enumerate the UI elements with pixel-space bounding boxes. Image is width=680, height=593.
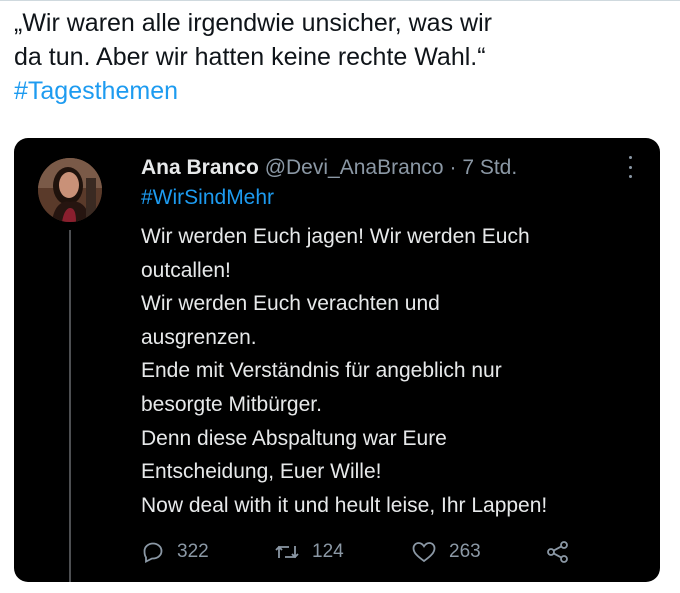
tweet-text-line: Ende mit Verständnis für angeblich nur [141, 359, 502, 383]
tweet-text-line: Wir werden Euch jagen! Wir werden Euch [141, 225, 530, 248]
retweet-button[interactable]: 124 [274, 538, 344, 566]
more-icon[interactable] [626, 156, 634, 178]
tweet-text: Wir werden Euch jagen! Wir werden Euch o… [141, 220, 646, 522]
caption-line: „Wir waren alle irgendwie unsicher, was … [14, 9, 492, 37]
tweet-text-line: Denn diese Abspaltung war Eure [141, 426, 447, 450]
tweet-text-line: Entscheidung, Euer Wille! [141, 460, 382, 484]
retweet-count: 124 [312, 541, 344, 562]
avatar[interactable] [38, 158, 102, 222]
reply-count: 322 [177, 541, 209, 562]
share-icon [545, 540, 571, 564]
tweet-text-line: besorgte Mitbürger. [141, 392, 322, 416]
post-caption: „Wir waren alle irgendwie unsicher, was … [14, 6, 664, 108]
embedded-tweet-card[interactable]: Ana Branco @Devi_AnaBranco · 7 Std. #Wir… [14, 138, 660, 582]
reply-button[interactable]: 322 [141, 538, 209, 566]
meta-separator: · [449, 156, 457, 179]
author-handle[interactable]: @Devi_AnaBranco [265, 156, 444, 179]
like-button[interactable]: 263 [411, 538, 481, 566]
tweet-timestamp[interactable]: 7 Std. [462, 156, 517, 179]
caption-hashtag-link[interactable]: #Tagesthemen [14, 74, 664, 108]
tweet-action-bar: 322 124 263 [141, 538, 621, 566]
tweet-text-line: ausgrenzen. [141, 325, 257, 349]
tweet-text-line: outcallen! [141, 258, 231, 282]
heart-icon [411, 540, 437, 564]
tweet-text-line: Wir werden Euch verachten und [141, 292, 440, 316]
reply-icon [141, 540, 165, 564]
retweet-icon [274, 540, 300, 564]
tweet-text-line: Now deal with it und heult leise, Ihr La… [141, 493, 548, 517]
caption-line: da tun. Aber wir hatten keine rechte Wah… [14, 43, 486, 71]
top-divider [0, 0, 680, 1]
share-button[interactable] [545, 538, 571, 566]
thread-connector-line [69, 230, 71, 582]
author-name[interactable]: Ana Branco [141, 156, 259, 179]
like-count: 263 [449, 541, 481, 562]
tweet-hashtag-link[interactable]: #WirSindMehr [141, 184, 274, 212]
tweet-header: Ana Branco @Devi_AnaBranco · 7 Std. [141, 154, 626, 182]
